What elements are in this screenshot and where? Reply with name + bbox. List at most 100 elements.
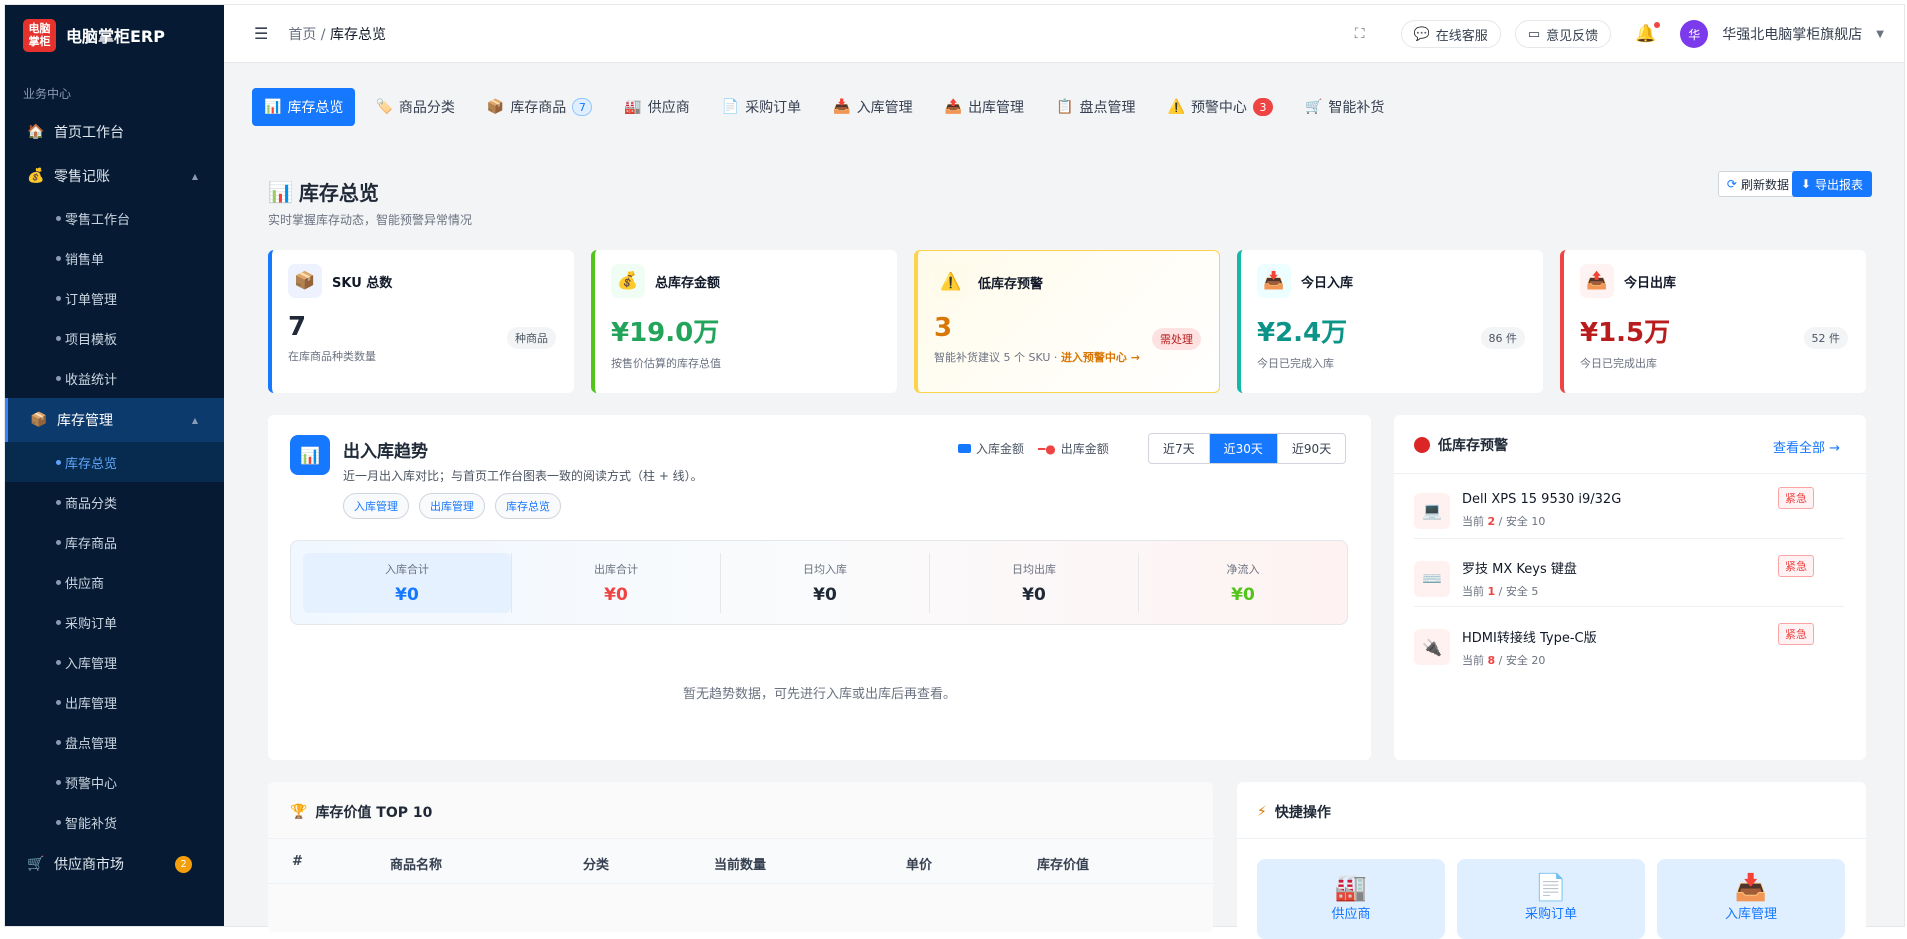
quick-supplier-button[interactable]: 🏭 供应商 (1257, 859, 1445, 939)
view-all-link[interactable]: 查看全部 → (1773, 437, 1840, 456)
chip-overview[interactable]: 库存总览 (495, 493, 561, 519)
page-subtitle: 实时掌握库存动态，智能预警异常情况 (268, 213, 473, 227)
trend-empty-message: 暂无趋势数据，可先进行入库或出库后再查看。 (682, 687, 956, 702)
sidebar-sub-inventory-overview[interactable]: 库存总览 (5, 442, 224, 482)
chip-stock-out[interactable]: 出库管理 (419, 493, 485, 519)
laptop-icon: 💻 (1414, 492, 1450, 529)
tab-category[interactable]: 🏷️ 商品分类 (363, 88, 466, 126)
breadcrumb-home[interactable]: 首页 (288, 27, 316, 43)
today-in-desc: 今日已完成入库 (1257, 357, 1334, 370)
module-tabs: 📊 库存总览 🏷️ 商品分类 📦 库存商品 7 🏭 供应商 📄 采购订单 📥 入库管理 📤 出库… (252, 88, 1396, 126)
quick-purchase-order-button[interactable]: 📄 采购订单 (1457, 859, 1645, 939)
breadcrumb: 首页 / 库存总览 (288, 26, 386, 43)
stat-net-inflow: 净流入 ¥0 (1138, 552, 1347, 613)
low-stock-panel: 低库存预警 查看全部 → 💻 Dell XPS 15 9530 i9/32G 当前… (1394, 415, 1866, 760)
tab-stock-in[interactable]: 📥 入库管理 (821, 88, 924, 126)
trend-icon: 📊 (290, 435, 330, 475)
sidebar-sub-stocktake[interactable]: 盘点管理 (5, 722, 224, 762)
sidebar-sub-order-management[interactable]: 订单管理 (5, 278, 224, 318)
quick-header: ⚡ 快捷操作 (1257, 804, 1331, 821)
sidebar-sub-sales-order[interactable]: 销售单 (5, 238, 224, 278)
sidebar-sub-category[interactable]: 商品分类 (5, 482, 224, 522)
refresh-button[interactable]: ⟳ 刷新数据 (1717, 171, 1798, 197)
today-in-card[interactable]: 📥 今日入库 ¥2.4万 86 件 今日已完成入库 (1237, 250, 1543, 393)
trend-chip-row: 入库管理 出库管理 库存总览 (343, 493, 561, 519)
today-out-card[interactable]: 📤 今日出库 ¥1.5万 52 件 今日已完成出库 (1560, 250, 1866, 393)
range-7d[interactable]: 近7天 (1149, 434, 1209, 463)
sidebar-sub-products[interactable]: 库存商品 (5, 522, 224, 562)
app-logo[interactable]: 电脑 掌柜 电脑掌柜ERP (5, 5, 224, 65)
message-icon: ▭ (1527, 26, 1541, 42)
outbox-icon: 📤 (1580, 264, 1614, 298)
sidebar-item-home[interactable]: 🏠 首页工作台 (5, 110, 224, 154)
total-value-card[interactable]: 💰 总库存金额 ¥19.0万 按售价估算的库存总值 (591, 250, 897, 393)
fullscreen-icon[interactable]: ⛶ (1355, 26, 1365, 42)
total-value-desc: 按售价估算的库存总值 (611, 357, 721, 370)
app-shell: 电脑 掌柜 电脑掌柜ERP 业务中心 🏠 首页工作台 💰 零售记账 ▲ 零售工作台 销售… (4, 4, 1905, 939)
legend-in-swatch (958, 444, 971, 453)
warning-icon: ⚠️ (1167, 99, 1185, 115)
low-stock-card[interactable]: ⚠️ 低库存预警 3 需处理 智能补货建议 5 个 SKU · 进入预警中心 → (914, 250, 1220, 393)
today-out-tag: 52 件 (1803, 327, 1848, 349)
tab-stock-out[interactable]: 📤 出库管理 (933, 88, 1036, 126)
urgent-tag: 紧急 (1778, 487, 1814, 509)
feedback-button[interactable]: ▭ 意见反馈 (1514, 20, 1612, 48)
trend-legend: 入库金额 ━● 出库金额 (958, 440, 1109, 457)
tab-products[interactable]: 📦 库存商品 7 (475, 88, 604, 126)
sidebar-sub-stock-out[interactable]: 出库管理 (5, 682, 224, 722)
sidebar-sub-alert-center[interactable]: 预警中心 (5, 762, 224, 802)
urgent-tag: 紧急 (1778, 555, 1814, 577)
avatar[interactable]: 华 (1680, 20, 1709, 48)
money-bag-icon: 💰 (611, 264, 645, 298)
tab-inventory-overview[interactable]: 📊 库存总览 (252, 88, 356, 126)
sidebar-item-inventory[interactable]: 📦 库存管理 ▲ (5, 398, 224, 442)
tab-purchase-order[interactable]: 📄 采购订单 (710, 88, 813, 126)
sidebar-sub-project-template[interactable]: 项目模板 (5, 318, 224, 358)
sidebar-item-retail[interactable]: 💰 零售记账 ▲ (5, 154, 224, 198)
alert-count-badge: 3 (1252, 98, 1273, 116)
tab-alert-center[interactable]: ⚠️ 预警中心 3 (1156, 88, 1285, 126)
col-unit-price: 单价 (906, 858, 933, 873)
sidebar-sub-smart-restock[interactable]: 智能补货 (5, 802, 224, 842)
low-stock-item[interactable]: 💻 Dell XPS 15 9530 i9/32G 当前 2 / 安全 10 紧急 (1414, 483, 1844, 539)
online-service-button[interactable]: 💬 在线客服 (1400, 20, 1501, 48)
range-90d[interactable]: 近90天 (1276, 434, 1345, 463)
inbox-in-icon: 📥 (1734, 873, 1768, 903)
sidebar-sub-revenue-stats[interactable]: 收益统计 (5, 358, 224, 398)
range-30d[interactable]: 近30天 (1208, 434, 1277, 463)
export-button[interactable]: ⬇ 导出报表 (1791, 171, 1872, 197)
factory-icon: 🏭 (1334, 873, 1368, 903)
sidebar-section-title: 业务中心 (23, 87, 72, 101)
tab-supplier[interactable]: 🏭 供应商 (612, 88, 701, 126)
quick-divider (1237, 838, 1866, 839)
trend-stats: 入库合计 ¥0 出库合计 ¥0 日均入库 ¥0 日均出库 ¥0 净流入 ¥0 (290, 540, 1348, 625)
quick-stock-in-button[interactable]: 📥 入库管理 (1657, 859, 1845, 939)
sidebar-sub-retail-workbench[interactable]: 零售工作台 (5, 198, 224, 238)
shop-name[interactable]: 华强北电脑掌柜旗舰店 (1722, 24, 1862, 44)
sidebar-sub-stock-in[interactable]: 入库管理 (5, 642, 224, 682)
cart-icon: 🛒 (1304, 99, 1323, 115)
keyboard-icon: ⌨️ (1414, 560, 1450, 597)
low-stock-item[interactable]: ⌨️ 罗技 MX Keys 键盘 当前 1 / 安全 5 紧急 (1414, 551, 1844, 607)
sku-count-card[interactable]: 📦 SKU 总数 7 种商品 在库商品种类数量 (268, 250, 574, 393)
chevron-down-icon[interactable]: ▼ (1876, 29, 1884, 40)
low-stock-item[interactable]: 🔌 HDMI转接线 Type-C版 当前 8 / 安全 20 紧急 (1414, 619, 1844, 675)
chart-icon: 📊 (268, 179, 293, 204)
chip-stock-in[interactable]: 入库管理 (343, 493, 409, 519)
stat-daily-out: 日均出库 ¥0 (929, 552, 1138, 613)
bell-icon[interactable]: 🔔 (1635, 22, 1661, 44)
sidebar-sub-supplier[interactable]: 供应商 (5, 562, 224, 602)
sidebar-item-supplier-market[interactable]: 🛒 供应商市场 2 (5, 842, 224, 886)
col-product-name: 商品名称 (390, 858, 443, 873)
chevron-up-icon: ▲ (191, 415, 198, 425)
menu-toggle-icon[interactable]: ☰ (254, 24, 268, 43)
clipboard-icon: 📋 (1056, 99, 1074, 115)
top10-table-header: # 商品名称 分类 当前数量 单价 库存价值 (268, 838, 1213, 884)
top-header: ☰ 首页 / 库存总览 ⛶ 💬 在线客服 ▭ 意见反馈 🔔 华 华强北电脑掌柜旗舰店… (224, 5, 1904, 63)
sidebar-sub-purchase-order[interactable]: 采购订单 (5, 602, 224, 642)
tab-stocktake[interactable]: 📋 盘点管理 (1044, 88, 1147, 126)
inbox-in-icon: 📥 (1257, 264, 1291, 298)
tab-smart-restock[interactable]: 🛒 智能补货 (1293, 88, 1396, 126)
alert-center-link[interactable]: 进入预警中心 → (1061, 351, 1140, 364)
package-icon: 📦 (30, 412, 48, 428)
